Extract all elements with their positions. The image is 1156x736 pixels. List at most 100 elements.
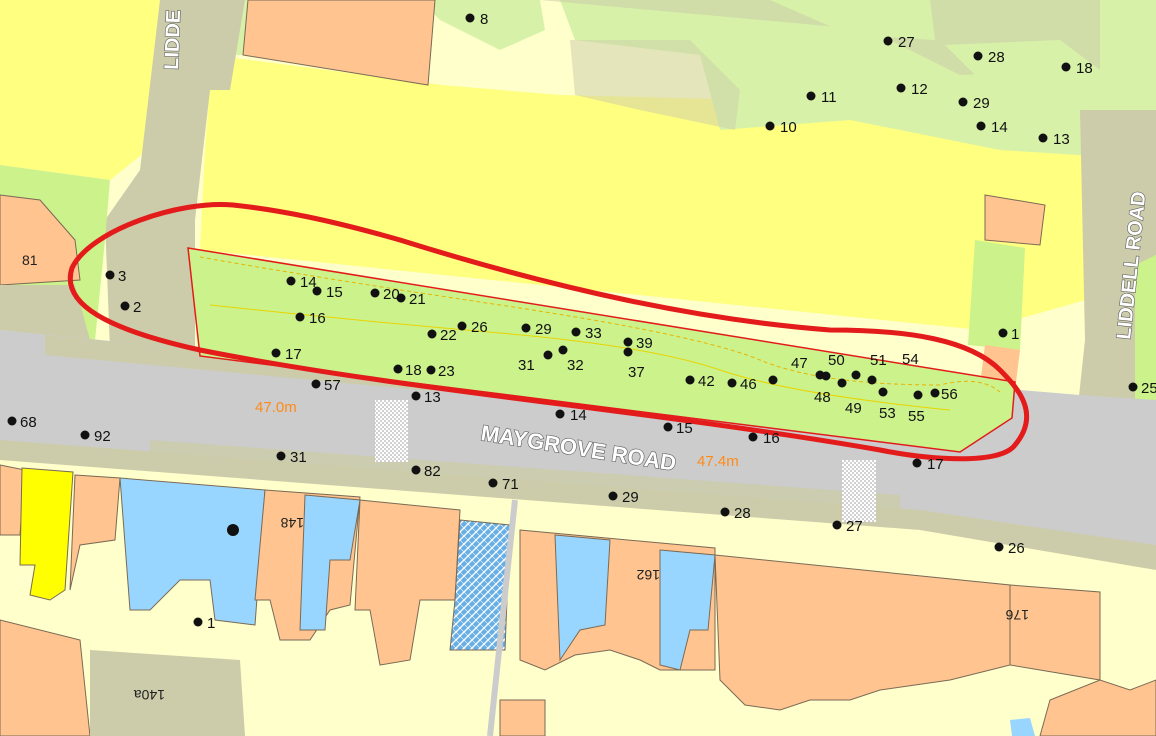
building-south-bottom bbox=[499, 699, 546, 736]
tree-point-marker[interactable] bbox=[276, 451, 286, 461]
tree-point-marker[interactable] bbox=[1061, 62, 1071, 72]
tree-point-label: 32 bbox=[567, 357, 584, 374]
tree-point-marker[interactable] bbox=[720, 507, 730, 517]
tree-point-marker[interactable] bbox=[806, 91, 816, 101]
tree-point-label: 15 bbox=[676, 420, 693, 437]
tree-point-label: 42 bbox=[698, 373, 715, 390]
tree-point-label: 23 bbox=[438, 363, 455, 380]
tree-point-marker[interactable] bbox=[555, 409, 565, 419]
tree-point-label: 25 bbox=[1141, 380, 1156, 397]
tree-point-marker[interactable] bbox=[193, 617, 203, 627]
tree-point-marker[interactable] bbox=[1128, 382, 1138, 392]
house-number-162: 162 bbox=[636, 567, 660, 583]
tree-point-marker[interactable] bbox=[765, 121, 775, 131]
tree-point-marker[interactable] bbox=[878, 387, 888, 397]
tree-point-label: 8 bbox=[480, 11, 488, 28]
tree-point-marker[interactable] bbox=[837, 378, 847, 388]
tree-point-marker[interactable] bbox=[311, 379, 321, 389]
tree-point-label: 10 bbox=[780, 119, 797, 136]
tree-point-marker[interactable] bbox=[685, 375, 695, 385]
tree-point-label: 37 bbox=[628, 364, 645, 381]
tree-point-marker[interactable] bbox=[558, 345, 568, 355]
measure-47-0: 47.0m bbox=[255, 399, 297, 416]
tree-point-marker[interactable] bbox=[465, 13, 475, 23]
tree-point-marker[interactable] bbox=[120, 301, 130, 311]
tree-point-marker[interactable] bbox=[623, 347, 633, 357]
house-number-176: 176 bbox=[1005, 607, 1029, 623]
tree-point-marker[interactable] bbox=[912, 458, 922, 468]
tree-point-marker[interactable] bbox=[286, 276, 296, 286]
tree-point-label: 39 bbox=[636, 335, 653, 352]
tree-point-label: 49 bbox=[845, 400, 862, 417]
tree-point-label: 53 bbox=[879, 405, 896, 422]
tree-point-marker[interactable] bbox=[994, 542, 1004, 552]
tree-point-marker[interactable] bbox=[393, 364, 403, 374]
house-number-148: 148 bbox=[280, 515, 304, 531]
tree-point-marker[interactable] bbox=[426, 365, 436, 375]
measure-47-4: 47.4m bbox=[697, 453, 739, 470]
tree-point-marker[interactable] bbox=[80, 430, 90, 440]
tree-point-marker[interactable] bbox=[488, 478, 498, 488]
house-number-81: 81 bbox=[22, 252, 38, 268]
tree-point-marker[interactable] bbox=[976, 121, 986, 131]
tree-point-marker[interactable] bbox=[832, 520, 842, 530]
tree-point-marker[interactable] bbox=[271, 348, 281, 358]
tree-point-marker[interactable] bbox=[295, 312, 305, 322]
tree-point-marker[interactable] bbox=[768, 375, 778, 385]
tree-point-label: 13 bbox=[424, 389, 441, 406]
crossing-west bbox=[375, 400, 408, 462]
tree-point-label: 56 bbox=[941, 386, 958, 403]
tree-point-marker[interactable] bbox=[7, 416, 17, 426]
tree-point-marker[interactable] bbox=[973, 51, 983, 61]
tree-point-marker[interactable] bbox=[105, 270, 115, 280]
tree-point-marker[interactable] bbox=[370, 288, 380, 298]
map-canvas[interactable]: 47.0m 47.4m MAYGROVE ROAD LIDDELL ROAD L… bbox=[0, 0, 1156, 736]
tree-point-label: 14 bbox=[991, 119, 1008, 136]
house-number-140a: 140a bbox=[134, 687, 165, 703]
tree-point-label: 26 bbox=[1008, 540, 1025, 557]
tree-point-marker[interactable] bbox=[883, 36, 893, 46]
tree-point-marker[interactable] bbox=[411, 391, 421, 401]
yard-140a bbox=[90, 650, 245, 736]
tree-point-marker[interactable] bbox=[998, 328, 1008, 338]
tree-point-marker[interactable] bbox=[427, 329, 437, 339]
tree-point-marker[interactable] bbox=[930, 388, 940, 398]
tree-point-marker[interactable] bbox=[727, 378, 737, 388]
tree-point-label: 33 bbox=[585, 325, 602, 342]
tree-point-marker[interactable] bbox=[227, 524, 239, 536]
tree-point-label: 11 bbox=[821, 89, 837, 106]
tree-point-label: 82 bbox=[424, 463, 441, 480]
tree-point-label: 15 bbox=[326, 284, 343, 301]
tree-point-marker[interactable] bbox=[411, 465, 421, 475]
tree-point-label: 17 bbox=[927, 456, 944, 473]
tree-point-marker[interactable] bbox=[1038, 133, 1048, 143]
tree-point-marker[interactable] bbox=[748, 432, 758, 442]
street-label-liddell-west: LIDDE bbox=[161, 9, 185, 70]
tree-point-label: 54 bbox=[902, 351, 919, 368]
tree-point-marker[interactable] bbox=[396, 293, 406, 303]
tree-point-label: 18 bbox=[1076, 60, 1093, 77]
tree-point-label: 2 bbox=[133, 299, 141, 316]
tree-point-label: 28 bbox=[988, 49, 1005, 66]
tree-point-marker[interactable] bbox=[543, 350, 553, 360]
tree-point-label: 46 bbox=[740, 376, 757, 393]
tree-point-marker[interactable] bbox=[312, 286, 322, 296]
tree-point-marker[interactable] bbox=[623, 337, 633, 347]
tree-point-label: 57 bbox=[324, 377, 341, 394]
tree-point-marker[interactable] bbox=[913, 390, 923, 400]
crossing-east bbox=[842, 460, 876, 522]
tree-point-label: 55 bbox=[908, 408, 925, 425]
tree-point-marker[interactable] bbox=[851, 370, 861, 380]
tree-point-marker[interactable] bbox=[663, 422, 673, 432]
tree-point-marker[interactable] bbox=[457, 321, 467, 331]
site-map: 47.0m 47.4m MAYGROVE ROAD LIDDELL ROAD L… bbox=[0, 0, 1156, 736]
tree-point-marker[interactable] bbox=[867, 375, 877, 385]
tree-point-marker[interactable] bbox=[571, 327, 581, 337]
tree-point-marker[interactable] bbox=[958, 97, 968, 107]
tree-point-label: 71 bbox=[502, 476, 519, 493]
tree-point-marker[interactable] bbox=[521, 323, 531, 333]
tree-point-label: 27 bbox=[846, 518, 863, 535]
tree-point-marker[interactable] bbox=[608, 491, 618, 501]
tree-point-marker[interactable] bbox=[821, 371, 831, 381]
tree-point-marker[interactable] bbox=[896, 83, 906, 93]
